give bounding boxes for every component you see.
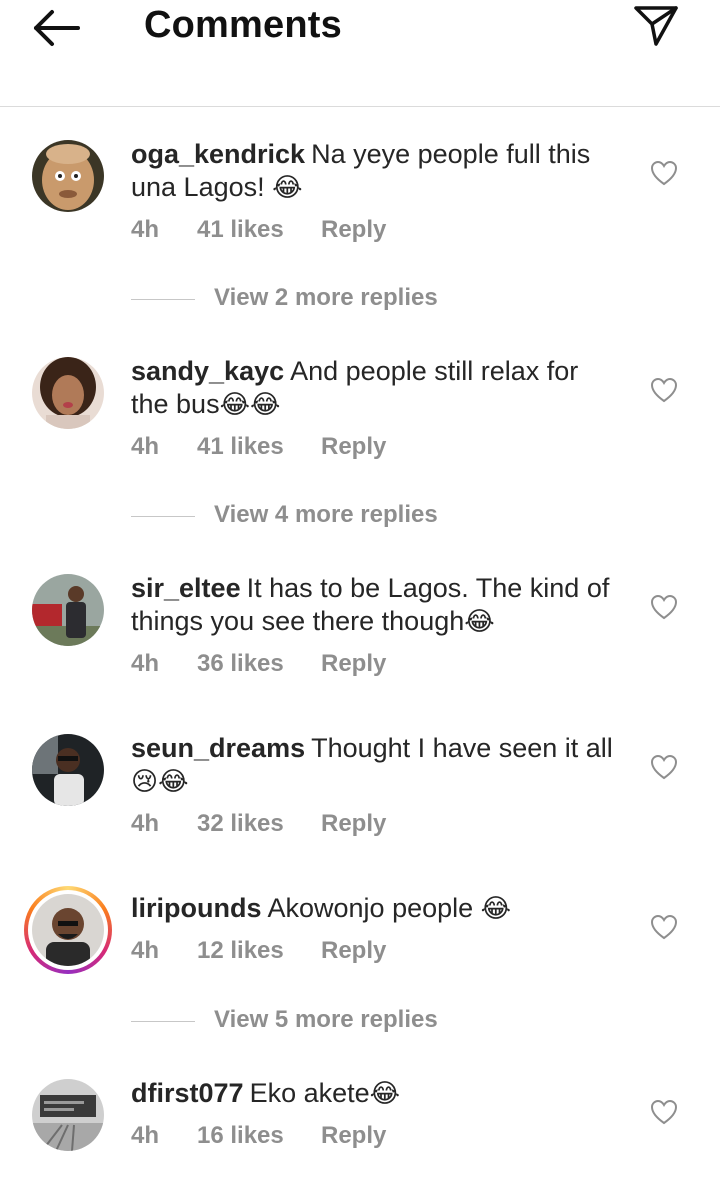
like-button[interactable] [650,160,678,186]
view-replies-label: View 2 more replies [214,284,438,311]
comment-likes[interactable]: 16 likes [197,1122,284,1150]
heart-icon [650,914,678,940]
comment-time: 4h [131,433,160,460]
like-button[interactable] [650,1099,678,1125]
comment-likes[interactable]: 32 likes [197,810,284,838]
comment-text: sandy_kayc And people still relax for the… [131,355,621,422]
comment-username[interactable]: dfirst077 [131,1078,244,1108]
emoji: 😢😂 [131,767,189,797]
like-button[interactable] [650,754,678,780]
comment-time: 4h [131,650,160,677]
emoji: 😂 [464,607,495,637]
story-ring[interactable] [24,886,112,974]
heart-icon [650,160,678,186]
avatar[interactable] [32,357,104,429]
comment-username[interactable]: sandy_kayc [131,356,284,386]
comment-username[interactable]: sir_eltee [131,573,241,603]
avatar[interactable] [32,1079,104,1151]
paper-plane-icon [634,6,678,46]
heart-icon [650,754,678,780]
reply-button[interactable]: Reply [321,937,386,965]
reply-button[interactable]: Reply [321,433,386,461]
view-replies-label: View 4 more replies [214,501,438,528]
comment-username[interactable]: seun_dreams [131,733,305,763]
view-replies-label: View 5 more replies [214,1006,438,1033]
comment-body: Eko akete [249,1078,370,1108]
emoji: 😂😂 [219,390,281,420]
comment-username[interactable]: oga_kendrick [131,139,305,169]
view-more-replies[interactable]: View 2 more replies [131,284,531,314]
comment-likes[interactable]: 41 likes [197,216,284,244]
comment-time: 4h [131,216,160,243]
avatar[interactable] [32,574,104,646]
comment-text: liripounds Akowonjo people 😂 [131,892,621,926]
comment-text: sir_eltee It has to be Lagos. The kind of… [131,572,621,639]
heart-icon [650,1099,678,1125]
divider-line [131,1021,195,1022]
comment-body: Thought I have seen it all [311,733,613,763]
comment-body: Akowonjo people [267,893,474,923]
comments-header: Comments [0,0,720,107]
divider-line [131,299,195,300]
comment-likes[interactable]: 36 likes [197,650,284,678]
reply-button[interactable]: Reply [321,1122,386,1150]
arrow-left-icon [34,10,80,46]
divider-line [131,516,195,517]
emoji: 😂 [272,173,303,203]
page-title: Comments [144,4,342,46]
comment-text: oga_kendrick Na yeye people full this una… [131,138,621,205]
avatar [32,894,104,966]
comment-likes[interactable]: 41 likes [197,433,284,461]
heart-icon [650,594,678,620]
back-button[interactable] [28,8,84,48]
comment-text: seun_dreams Thought I have seen it all 😢😂 [131,732,621,799]
like-button[interactable] [650,914,678,940]
comment-time: 4h [131,1122,160,1149]
comment-likes[interactable]: 12 likes [197,937,284,965]
view-more-replies[interactable]: View 5 more replies [131,1006,531,1036]
reply-button[interactable]: Reply [321,810,386,838]
comment-text: dfirst077 Eko akete😂 [131,1077,621,1111]
emoji: 😂 [480,894,512,924]
reply-button[interactable]: Reply [321,216,386,244]
share-button[interactable] [630,2,682,50]
comment-username[interactable]: liripounds [131,893,262,923]
reply-button[interactable]: Reply [321,650,386,678]
comment-time: 4h [131,937,160,964]
like-button[interactable] [650,594,678,620]
like-button[interactable] [650,377,678,403]
emoji: 😂 [369,1079,401,1109]
comment-time: 4h [131,810,160,837]
avatar[interactable] [32,140,104,212]
avatar[interactable] [32,734,104,806]
view-more-replies[interactable]: View 4 more replies [131,501,531,531]
heart-icon [650,377,678,403]
